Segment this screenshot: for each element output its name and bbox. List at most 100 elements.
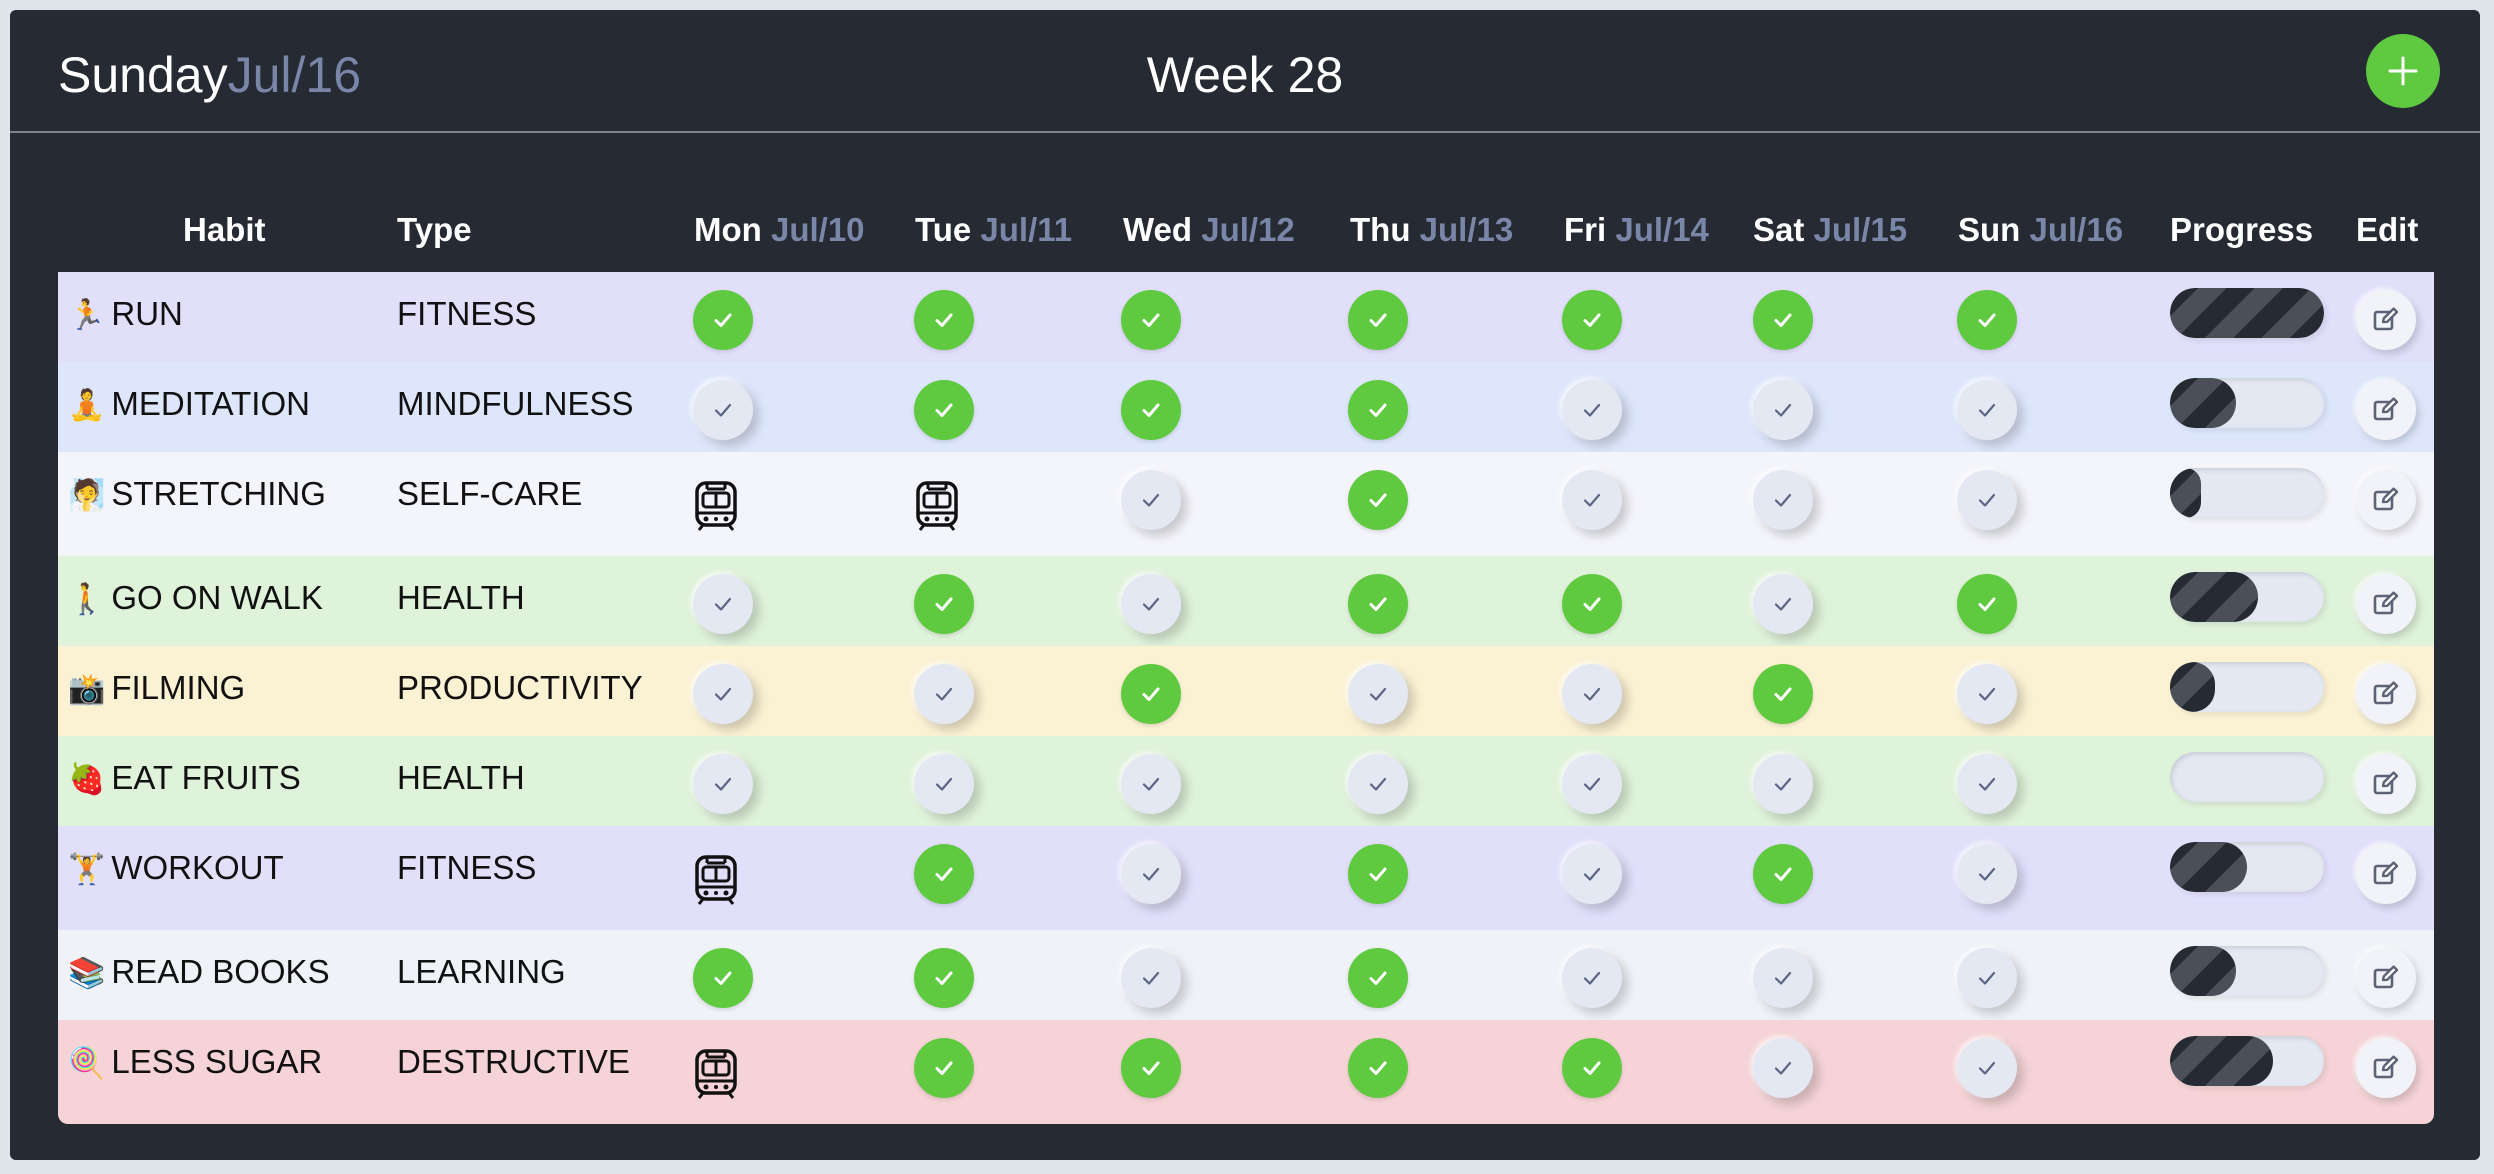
habit-emoji-icon: 📚	[68, 956, 106, 991]
habit-pending-toggle[interactable]	[1753, 574, 1813, 634]
edit-habit-button[interactable]	[2356, 1038, 2416, 1098]
habit-done-toggle[interactable]	[1957, 290, 2017, 350]
habit-done-toggle[interactable]	[1348, 948, 1408, 1008]
edit-habit-button[interactable]	[2356, 470, 2416, 530]
check-icon	[1142, 493, 1160, 507]
habit-done-toggle[interactable]	[1121, 290, 1181, 350]
habit-done-toggle[interactable]	[1348, 574, 1408, 634]
habit-pending-toggle[interactable]	[1348, 664, 1408, 724]
habit-pending-toggle[interactable]	[1562, 664, 1622, 724]
habit-done-toggle[interactable]	[1121, 1038, 1181, 1098]
habit-progress-bar	[2170, 288, 2324, 338]
habit-pending-toggle[interactable]	[1753, 1038, 1813, 1098]
habit-done-toggle[interactable]	[1348, 1038, 1408, 1098]
habit-pending-toggle[interactable]	[1348, 754, 1408, 814]
habit-pending-toggle[interactable]	[1562, 948, 1622, 1008]
habit-pending-toggle[interactable]	[1957, 844, 2017, 904]
habit-pending-toggle[interactable]	[693, 664, 753, 724]
edit-icon	[2373, 1055, 2399, 1079]
habit-done-toggle[interactable]	[1957, 574, 2017, 634]
habit-done-toggle[interactable]	[693, 948, 753, 1008]
check-icon	[714, 777, 732, 791]
habit-pending-toggle[interactable]	[1121, 470, 1181, 530]
check-icon	[1142, 867, 1160, 881]
habit-done-toggle[interactable]	[1753, 664, 1813, 724]
habit-pending-toggle[interactable]	[1957, 754, 2017, 814]
habit-done-toggle[interactable]	[1348, 470, 1408, 530]
habit-progress-bar	[2170, 468, 2324, 518]
habit-pending-toggle[interactable]	[693, 380, 753, 440]
habit-pending-toggle[interactable]	[1957, 1038, 2017, 1098]
habit-pending-toggle[interactable]	[1562, 380, 1622, 440]
habit-pending-toggle[interactable]	[1121, 844, 1181, 904]
habit-type: HEALTH	[397, 759, 525, 796]
edit-icon	[2373, 861, 2399, 885]
habit-done-toggle[interactable]	[1121, 380, 1181, 440]
habit-pending-toggle[interactable]	[1562, 844, 1622, 904]
column-header-fri: Fri Jul/14	[1564, 211, 1709, 248]
progress-fill	[2170, 662, 2215, 712]
habit-done-toggle[interactable]	[914, 380, 974, 440]
habit-progress-bar	[2170, 378, 2324, 428]
check-icon	[1369, 597, 1387, 611]
habit-pending-toggle[interactable]	[1957, 380, 2017, 440]
habit-pending-toggle[interactable]	[1121, 754, 1181, 814]
habit-pending-toggle[interactable]	[693, 574, 753, 634]
check-icon	[1369, 1061, 1387, 1075]
edit-habit-button[interactable]	[2356, 380, 2416, 440]
habit-done-toggle[interactable]	[1562, 290, 1622, 350]
habit-pending-toggle[interactable]	[1957, 470, 2017, 530]
habit-pending-toggle[interactable]	[1753, 380, 1813, 440]
edit-habit-button[interactable]	[2356, 754, 2416, 814]
check-icon	[935, 777, 953, 791]
habit-pending-toggle[interactable]	[693, 754, 753, 814]
habit-pending-toggle[interactable]	[1562, 470, 1622, 530]
habit-done-toggle[interactable]	[914, 290, 974, 350]
check-icon	[1774, 313, 1792, 327]
habit-done-toggle[interactable]	[1348, 844, 1408, 904]
habit-pending-toggle[interactable]	[1753, 754, 1813, 814]
habit-done-toggle[interactable]	[1348, 380, 1408, 440]
habit-done-toggle[interactable]	[1121, 664, 1181, 724]
habit-pending-toggle[interactable]	[1121, 948, 1181, 1008]
habit-pending-toggle[interactable]	[1957, 948, 2017, 1008]
habit-pending-toggle[interactable]	[1753, 470, 1813, 530]
add-habit-button[interactable]	[2366, 34, 2440, 108]
habit-skipped-toggle[interactable]	[693, 476, 739, 536]
habit-done-toggle[interactable]	[693, 290, 753, 350]
column-header-type: Type	[397, 211, 472, 248]
habit-pending-toggle[interactable]	[1957, 664, 2017, 724]
train-icon	[695, 481, 737, 531]
habit-done-toggle[interactable]	[1562, 574, 1622, 634]
habit-done-toggle[interactable]	[1753, 844, 1813, 904]
edit-habit-button[interactable]	[2356, 290, 2416, 350]
edit-habit-button[interactable]	[2356, 664, 2416, 724]
habit-name: 🍭 LESS SUGAR	[68, 1040, 322, 1086]
train-icon	[695, 1049, 737, 1099]
habit-emoji-icon: 🧖	[68, 478, 106, 513]
habit-done-toggle[interactable]	[914, 574, 974, 634]
edit-habit-button[interactable]	[2356, 574, 2416, 634]
habit-type: LEARNING	[397, 953, 566, 990]
habit-done-toggle[interactable]	[914, 844, 974, 904]
habit-done-toggle[interactable]	[1753, 290, 1813, 350]
habit-pending-toggle[interactable]	[914, 664, 974, 724]
habit-pending-toggle[interactable]	[1121, 574, 1181, 634]
habit-done-toggle[interactable]	[914, 1038, 974, 1098]
habit-skipped-toggle[interactable]	[693, 1044, 739, 1104]
habit-skipped-toggle[interactable]	[914, 476, 960, 536]
habit-done-toggle[interactable]	[1562, 1038, 1622, 1098]
check-icon	[1369, 403, 1387, 417]
habit-done-toggle[interactable]	[1348, 290, 1408, 350]
habit-name-label: GO ON WALK	[111, 579, 323, 616]
edit-habit-button[interactable]	[2356, 948, 2416, 1008]
habit-skipped-toggle[interactable]	[693, 850, 739, 910]
edit-habit-button[interactable]	[2356, 844, 2416, 904]
habit-pending-toggle[interactable]	[914, 754, 974, 814]
column-header-progress: Progress	[2170, 211, 2314, 248]
check-icon	[1583, 313, 1601, 327]
column-header-wed: Wed Jul/12	[1123, 211, 1295, 248]
habit-pending-toggle[interactable]	[1753, 948, 1813, 1008]
habit-pending-toggle[interactable]	[1562, 754, 1622, 814]
habit-done-toggle[interactable]	[914, 948, 974, 1008]
